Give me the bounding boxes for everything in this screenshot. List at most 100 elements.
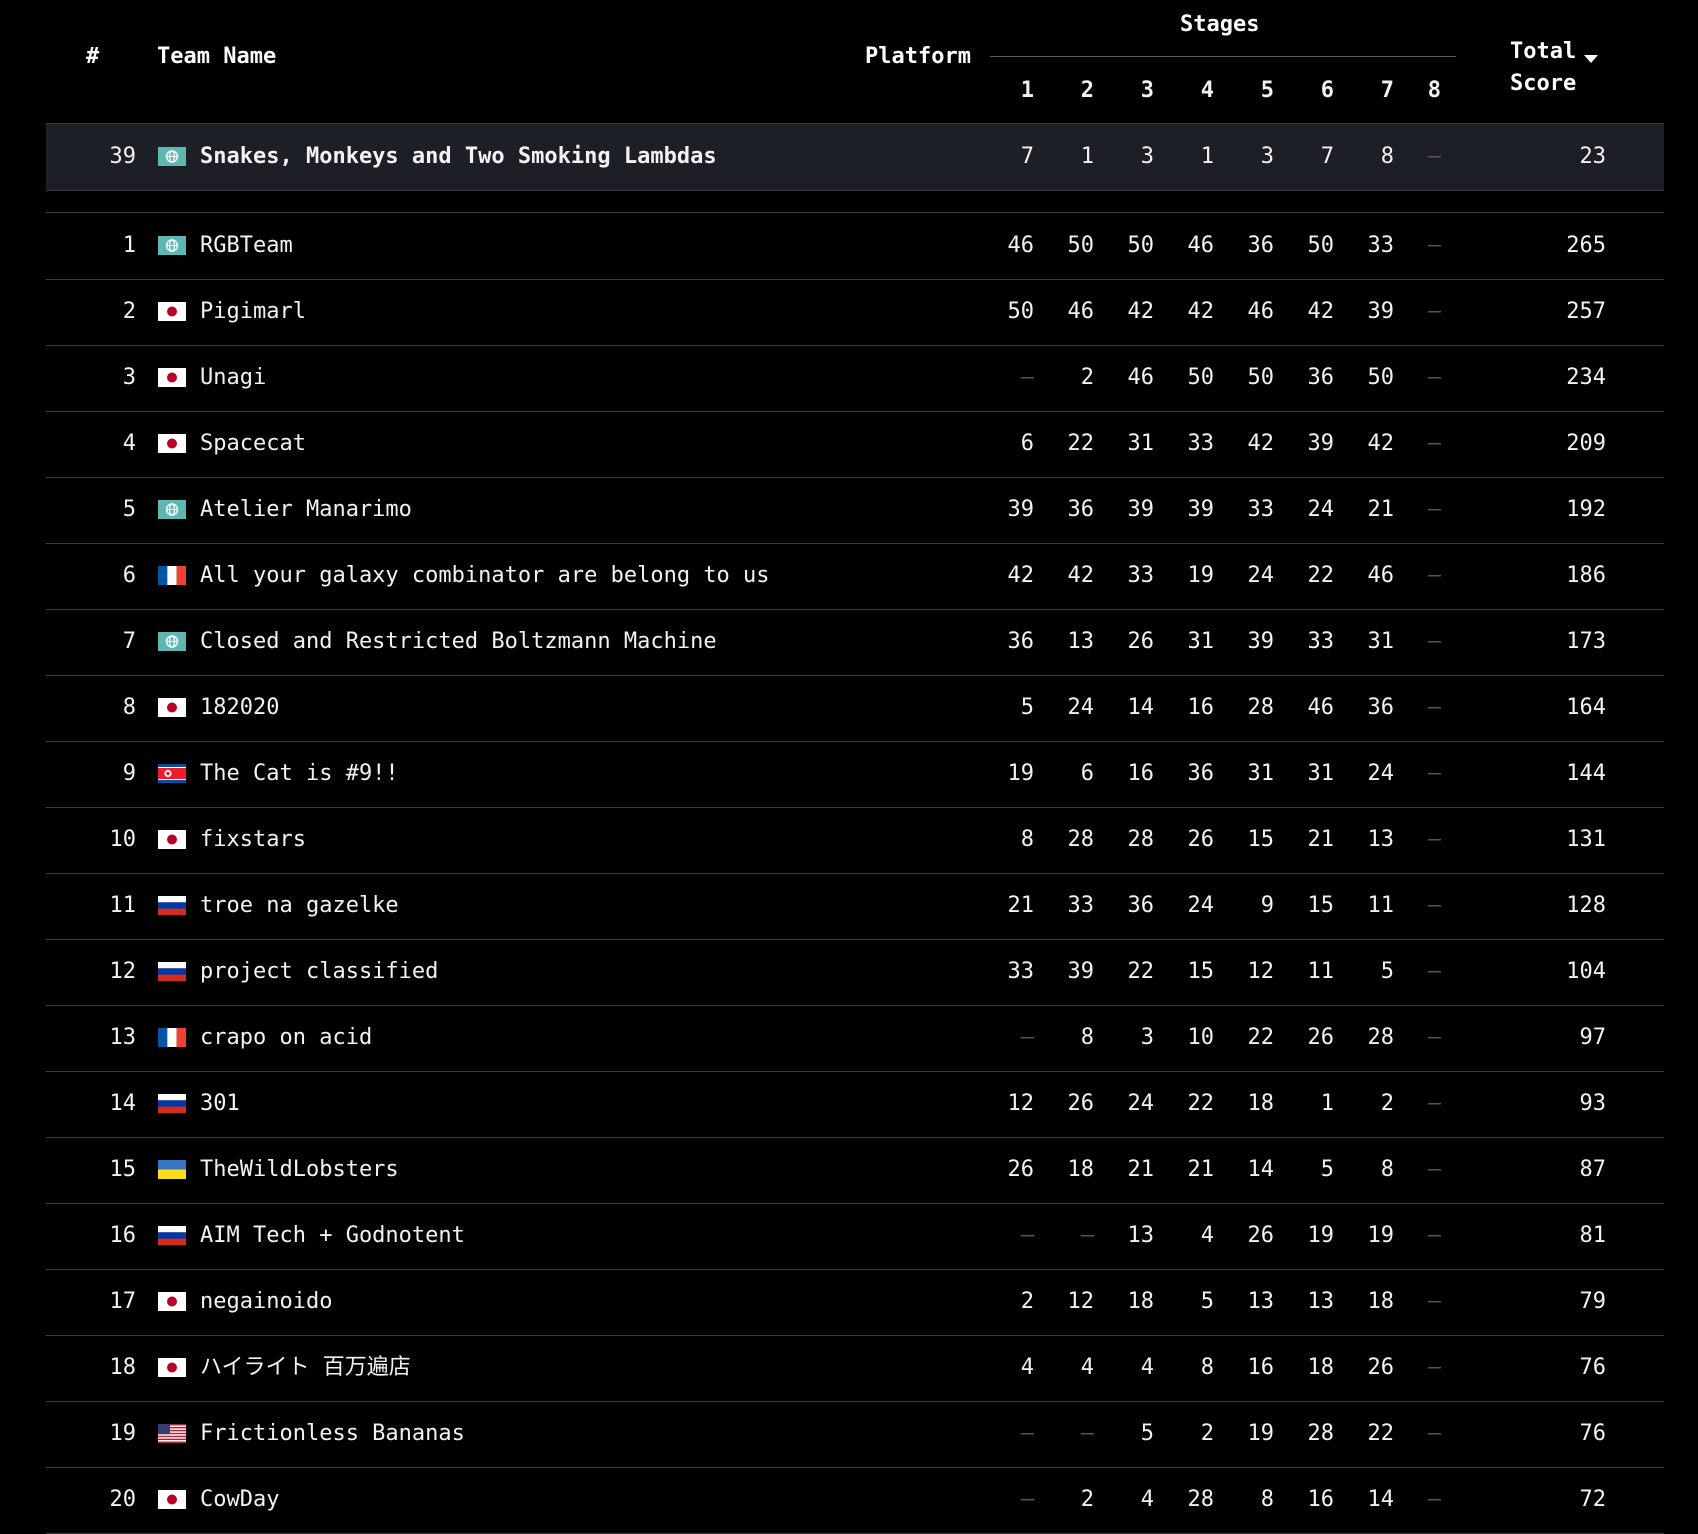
rank: 20 — [109, 1487, 137, 1512]
team-row[interactable]: 12 project classified 33 39 22 15 12 11 5 — 104 — [46, 939, 1664, 1006]
stage-3-score: 22 — [1127, 959, 1155, 984]
team-row[interactable]: 14 301 12 26 24 22 18 1 2—93 — [46, 1071, 1664, 1138]
stage-2-score: 2 — [1080, 365, 1094, 390]
stage-2-score: 46 — [1067, 299, 1095, 324]
stage-6-score: 39 — [1307, 431, 1335, 456]
team-row[interactable]: 17 negainoido 2 12 18 5 13 13 18 — 79 — [46, 1269, 1664, 1336]
stage-8-score: — — [1427, 629, 1441, 654]
stage-5-score: 31 — [1247, 761, 1275, 786]
team-row[interactable]: 18 ハイライト 百万遍店 4 4 4 8 16 18 26 — 76 — [46, 1335, 1664, 1402]
stage-4-score: 16 — [1187, 695, 1215, 720]
team-row[interactable]: 4 Spacecat 6 22 31 33 42 39 42 — 209 — [46, 411, 1664, 478]
stage-2-score: 13 — [1067, 629, 1095, 654]
team-name[interactable]: All your galaxy combinator are belong to… — [200, 543, 770, 609]
team-name[interactable]: Snakes, Monkeys and Two Smoking Lambdas — [200, 124, 717, 190]
team-row[interactable]: 2 Pigimarl 50 46 42 42 46 42 39 — 257 — [46, 279, 1664, 346]
stage-6-score: 24 — [1307, 497, 1335, 522]
team-name[interactable]: Frictionless Bananas — [200, 1401, 465, 1467]
team-name[interactable]: 301 — [200, 1071, 240, 1137]
team-name[interactable]: AIM Tech + Godnotent — [200, 1203, 465, 1269]
stage-7-score: 50 — [1367, 365, 1395, 390]
team-row[interactable]: 10 fixstars 8 28 28 26 15 21 13 — 131 — [46, 807, 1664, 874]
team-name-column-header[interactable]: Team Name — [157, 44, 276, 69]
team-name[interactable]: The Cat is #9!! — [200, 741, 399, 807]
stage-4-score: 39 — [1187, 497, 1215, 522]
stage-7-header[interactable]: 7 — [1344, 78, 1394, 103]
stage-8-score: — — [1427, 233, 1441, 258]
stage-6-score: 42 — [1307, 299, 1335, 324]
stage-3-header[interactable]: 3 — [1104, 78, 1154, 103]
japan-flag-icon — [158, 1358, 186, 1377]
stage-5-score: 36 — [1247, 233, 1275, 258]
stage-7-score: 36 — [1367, 695, 1395, 720]
stage-1-header[interactable]: 1 — [984, 78, 1034, 103]
stage-4-score: 8 — [1200, 1355, 1214, 1380]
team-row[interactable]: 20 CowDay — 2 4 28 8 16 14 — 72 — [46, 1467, 1664, 1534]
stage-3-score: 18 — [1127, 1289, 1155, 1314]
rank: 9 — [122, 761, 136, 786]
rank: 12 — [109, 959, 137, 984]
team-name[interactable]: TheWildLobsters — [200, 1137, 399, 1203]
team-name[interactable]: negainoido — [200, 1269, 332, 1335]
stage-7-score: 24 — [1367, 761, 1395, 786]
team-name[interactable]: RGBTeam — [200, 213, 293, 279]
stage-6-score: 11 — [1307, 959, 1335, 984]
total-score-column-header[interactable]: Total Score — [1510, 36, 1620, 100]
stage-8-score: — — [1427, 1091, 1441, 1116]
stage-8-header[interactable]: 8 — [1391, 78, 1441, 103]
stage-4-header[interactable]: 4 — [1164, 78, 1214, 103]
rank-column-header[interactable]: # — [86, 44, 99, 69]
stage-3-score: 28 — [1127, 827, 1155, 852]
team-name[interactable]: ハイライト 百万遍店 — [200, 1335, 411, 1401]
rank: 16 — [109, 1223, 137, 1248]
stage-4-score: 19 — [1187, 563, 1215, 588]
stage-7-score: 31 — [1367, 629, 1395, 654]
stage-6-score: 28 — [1307, 1421, 1335, 1446]
team-name[interactable]: troe na gazelke — [200, 873, 399, 939]
team-row[interactable]: 3 Unagi — 2 46 50 50 36 50 — 234 — [46, 345, 1664, 412]
team-row[interactable]: 15 TheWildLobsters 26 18 21 21 14 5 8 — 87 — [46, 1137, 1664, 1204]
team-name[interactable]: fixstars — [200, 807, 306, 873]
team-row[interactable]: 7 Closed and Restricted Boltzmann Machine… — [46, 609, 1664, 676]
team-name[interactable]: CowDay — [200, 1467, 279, 1533]
stage-3-score: 31 — [1127, 431, 1155, 456]
stage-6-score: 1 — [1320, 1091, 1334, 1116]
team-row[interactable]: 1 RGBTeam 46 50 50 46 36 50 33 — 265 — [46, 213, 1664, 280]
team-row[interactable]: 5 Atelier Manarimo 39 36 39 39 33 24 21 — 192 — [46, 477, 1664, 544]
stage-7-score: 13 — [1367, 827, 1395, 852]
team-name[interactable]: Pigimarl — [200, 279, 306, 345]
stage-5-header[interactable]: 5 — [1224, 78, 1274, 103]
my-team-row[interactable]: 39 Snakes, Monkeys and Two Smoking Lambda… — [46, 123, 1664, 191]
stage-4-score: 15 — [1187, 959, 1215, 984]
stage-7-score: 2 — [1380, 1091, 1394, 1116]
team-row[interactable]: 11 troe na gazelke 21 33 36 24 9 15 11 — 128 — [46, 873, 1664, 940]
team-row[interactable]: 9 The Cat is #9!! 19 6 16 36 31 31 24 — 144 — [46, 741, 1664, 808]
total-score: 186 — [1566, 563, 1606, 588]
team-row[interactable]: 16 AIM Tech + Godnotent — — 13 4 26 19 19 — 81 — [46, 1203, 1664, 1270]
stage-8-score: — — [1427, 1355, 1441, 1380]
stage-1-score: 26 — [1007, 1157, 1035, 1182]
team-name[interactable]: Atelier Manarimo — [200, 477, 412, 543]
team-row[interactable]: 8 182020 5 24 14 16 28 46 36 — 164 — [46, 675, 1664, 742]
stage-6-score: 21 — [1307, 827, 1335, 852]
team-row[interactable]: 19 Frictionless Bananas — — 5 2 19 28 22 — 76 — [46, 1401, 1664, 1468]
team-name[interactable]: crapo on acid — [200, 1005, 372, 1071]
japan-flag-icon — [158, 830, 186, 849]
team-row[interactable]: 13 crapo on acid — 8 3 10 22 26 28 — 97 — [46, 1005, 1664, 1072]
sort-desc-icon[interactable] — [1584, 55, 1598, 63]
team-name[interactable]: Spacecat — [200, 411, 306, 477]
platform-column-header[interactable]: Platform — [865, 44, 971, 69]
team-name[interactable]: Unagi — [200, 345, 266, 411]
team-name[interactable]: Closed and Restricted Boltzmann Machine — [200, 609, 717, 675]
stage-8-score: — — [1427, 365, 1441, 390]
stage-3-score: 5 — [1140, 1421, 1154, 1446]
stage-6-header[interactable]: 6 — [1284, 78, 1334, 103]
team-row[interactable]: 6 All your galaxy combinator are belong t… — [46, 543, 1664, 610]
total-score: 164 — [1566, 695, 1606, 720]
stage-8-score: — — [1427, 1025, 1441, 1050]
team-name[interactable]: project classified — [200, 939, 438, 1005]
team-name[interactable]: 182020 — [200, 675, 279, 741]
stage-6-score: 22 — [1307, 563, 1335, 588]
stage-1-score: — — [1020, 365, 1034, 390]
stage-2-header[interactable]: 2 — [1044, 78, 1094, 103]
